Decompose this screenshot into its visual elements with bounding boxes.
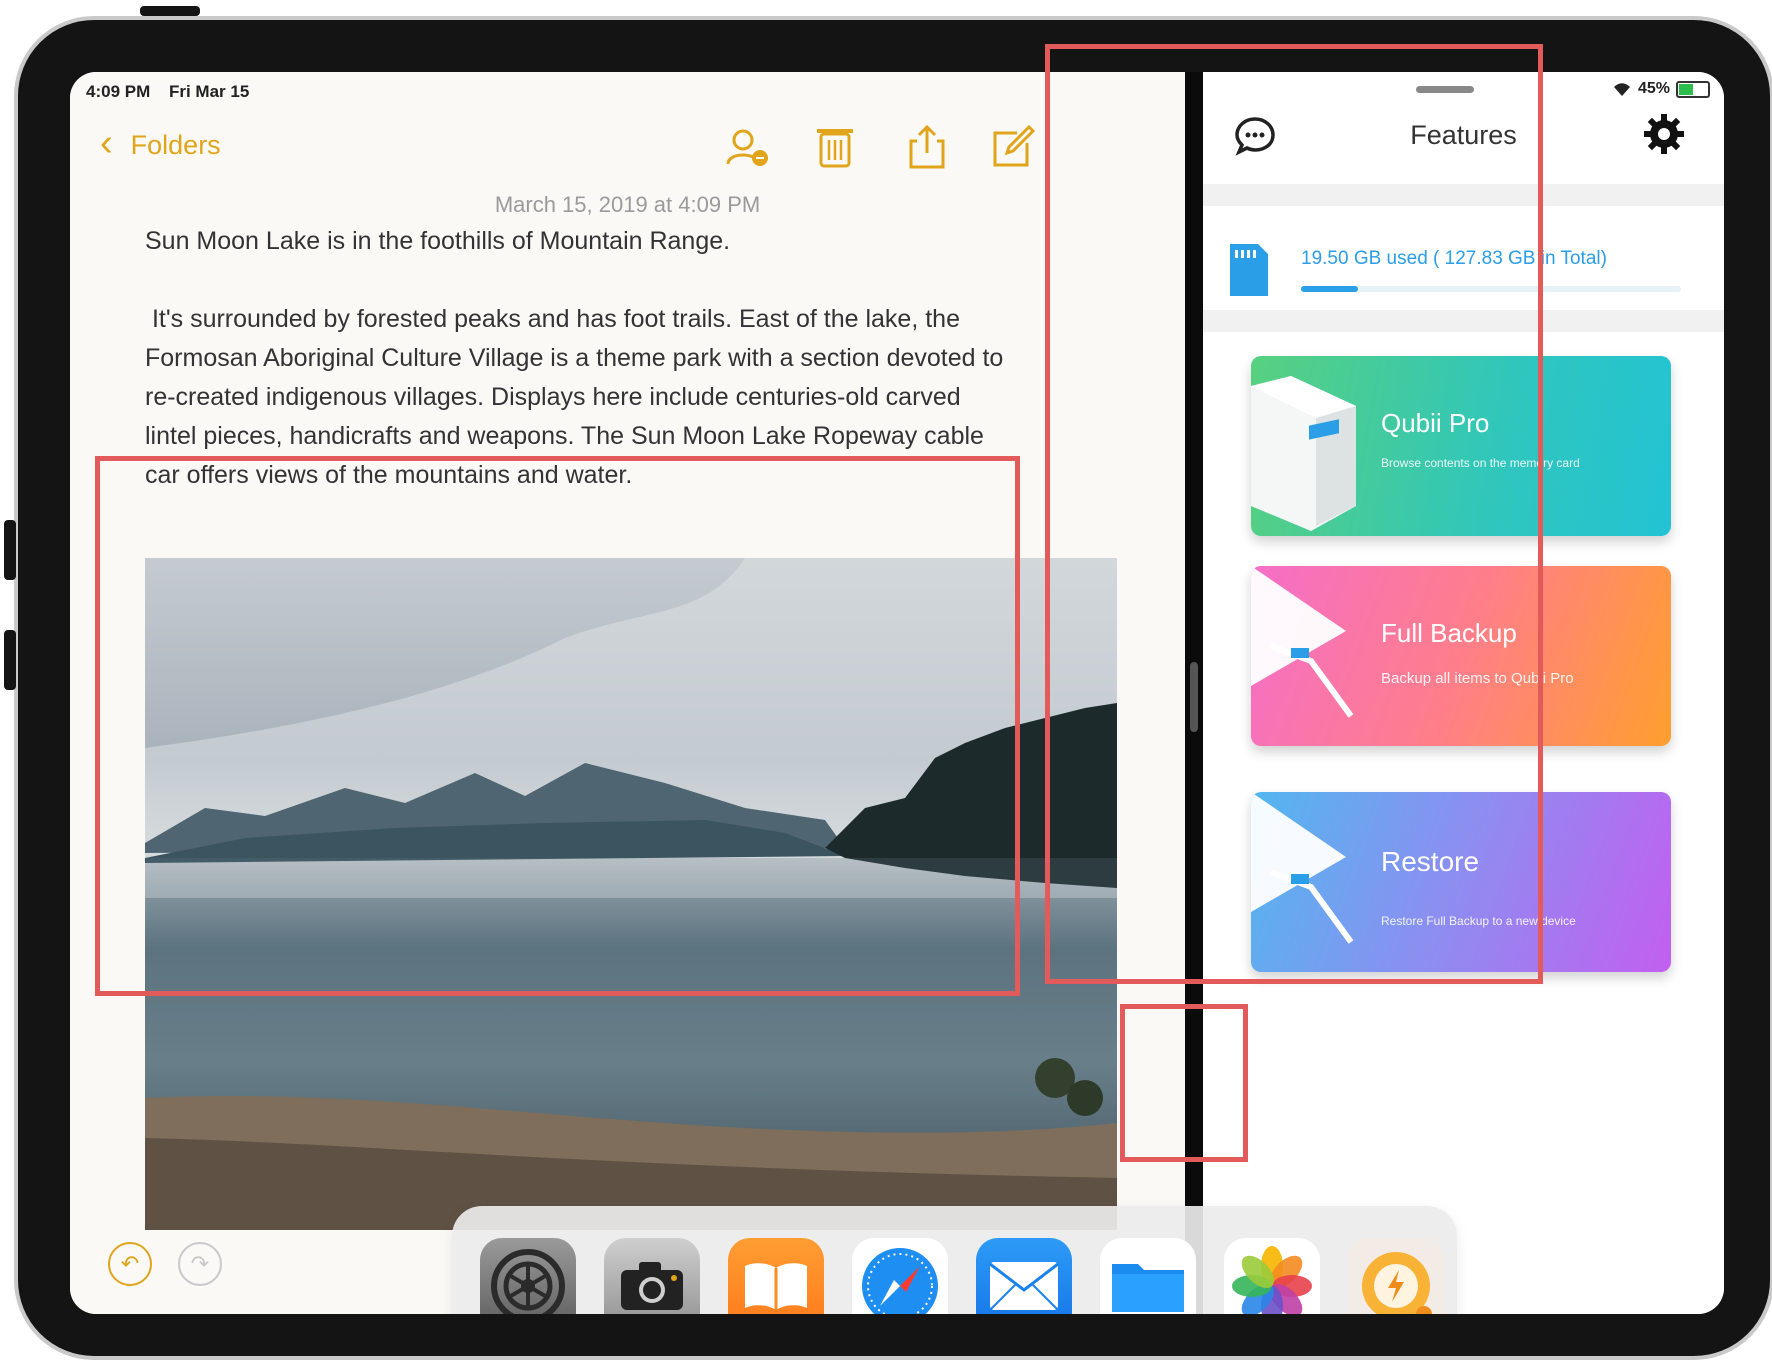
undo-button[interactable]: ↶ (108, 1242, 152, 1286)
status-date: Fri Mar 15 (168, 82, 250, 101)
status-bar-right: 45% (1612, 80, 1710, 98)
files-app-icon[interactable] (1100, 1238, 1196, 1314)
note-body[interactable]: Sun Moon Lake is in the foothills of Mou… (145, 222, 1105, 495)
highlight-qubii-dock-icon (1120, 1004, 1248, 1162)
settings-button[interactable] (1642, 112, 1686, 156)
gear-icon (1644, 114, 1684, 154)
chevron-left-icon: ‹ (100, 122, 113, 164)
trash-icon (817, 129, 853, 168)
battery-icon (1676, 80, 1710, 98)
note-timestamp: March 15, 2019 at 4:09 PM (494, 192, 761, 217)
redo-button[interactable]: ↷ (178, 1242, 222, 1286)
share-icon (909, 124, 945, 169)
photos-app-icon[interactable] (1224, 1238, 1320, 1314)
mail-app-icon[interactable] (976, 1238, 1072, 1314)
safari-app-icon[interactable] (852, 1238, 948, 1314)
share-button[interactable] (902, 122, 952, 172)
dock (452, 1206, 1457, 1314)
folders-back-button[interactable]: ‹ Folders (100, 122, 221, 165)
status-time: 4:09 PM (86, 82, 151, 101)
compose-icon (993, 125, 1035, 167)
top-button (140, 6, 200, 16)
trash-button[interactable] (810, 122, 860, 172)
volume-button (4, 630, 16, 690)
status-bar-left: 4:09 PM Fri Mar 15 (86, 82, 249, 102)
wifi-icon (1613, 83, 1630, 96)
camera-app-icon[interactable] (604, 1238, 700, 1314)
undo-icon: ↶ (120, 1251, 140, 1276)
add-people-button[interactable] (722, 122, 772, 172)
redo-icon: ↷ (190, 1251, 210, 1276)
books-app-icon[interactable] (728, 1238, 824, 1314)
battery-percent: 45% (1637, 80, 1670, 97)
volume-button (4, 520, 16, 580)
settings-app-icon[interactable] (480, 1238, 576, 1314)
folders-back-label: Folders (130, 130, 221, 160)
qubii-app-icon[interactable] (1348, 1238, 1444, 1314)
highlight-note-photo (95, 456, 1020, 996)
add-people-icon (726, 129, 768, 166)
highlight-features-panel (1045, 44, 1543, 984)
compose-button[interactable] (988, 122, 1038, 172)
